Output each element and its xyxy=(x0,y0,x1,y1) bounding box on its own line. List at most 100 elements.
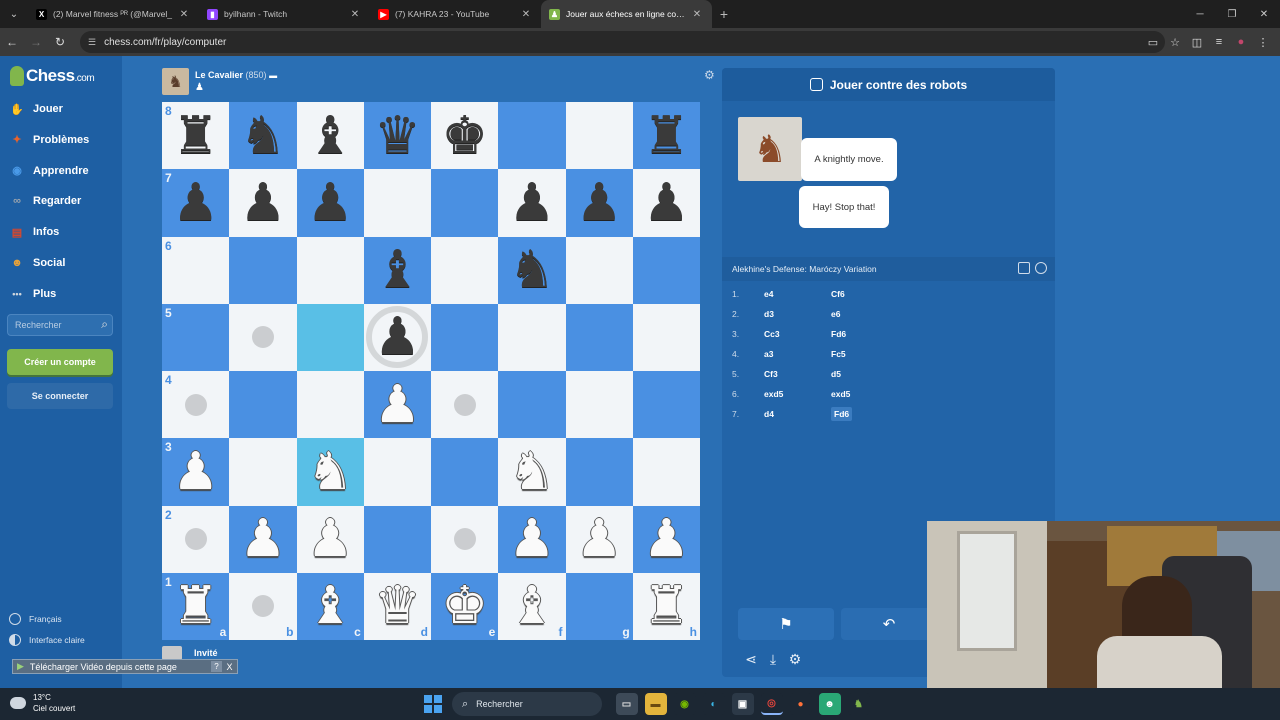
white-queen-icon[interactable]: ♛ xyxy=(374,580,421,632)
browser-tab[interactable]: ♟ Jouer aux échecs en ligne contr ✕ xyxy=(541,0,712,28)
square-b3[interactable] xyxy=(229,438,297,506)
square-g1[interactable]: g xyxy=(565,572,633,640)
white-move[interactable]: exd5 xyxy=(764,389,831,399)
login-button[interactable]: Se connecter xyxy=(7,383,113,409)
back-arrow-icon[interactable]: ← xyxy=(0,28,24,56)
white-rook-icon[interactable]: ♜ xyxy=(172,580,219,632)
new-tab-button[interactable]: + xyxy=(712,6,736,22)
book-icon[interactable] xyxy=(1018,262,1030,274)
square-a6[interactable]: 6 xyxy=(162,236,230,304)
square-d5[interactable]: ♟ xyxy=(363,303,431,371)
black-pawn-icon[interactable]: ♟ xyxy=(307,177,354,229)
site-info-icon[interactable]: ☰ xyxy=(88,37,96,48)
square-h7[interactable]: ♟ xyxy=(632,169,700,237)
sidebar-item-jouer[interactable]: ✋ Jouer xyxy=(8,98,63,120)
square-c5[interactable] xyxy=(296,303,364,371)
download-video-bar[interactable]: ▶ Télécharger Vidéo depuis cette page ? … xyxy=(12,659,238,674)
black-pawn-icon[interactable]: ♟ xyxy=(576,177,623,229)
browser-tab[interactable]: ▶ (7) KAHRA 23 - YouTube ✕ xyxy=(370,0,541,28)
square-g3[interactable] xyxy=(565,438,633,506)
square-f8[interactable] xyxy=(498,102,566,170)
sidebar-item-regarder[interactable]: ∞ Regarder xyxy=(8,190,81,212)
black-bishop-icon[interactable]: ♝ xyxy=(374,244,421,296)
square-f2[interactable]: ♟ xyxy=(498,505,566,573)
black-pawn-icon[interactable]: ♟ xyxy=(240,177,287,229)
forward-arrow-icon[interactable]: → xyxy=(24,28,48,56)
browser-menu-icon[interactable]: ⋮ xyxy=(1252,36,1274,49)
square-g5[interactable] xyxy=(565,303,633,371)
white-pawn-icon[interactable]: ♟ xyxy=(643,513,690,565)
reload-icon[interactable]: ↻ xyxy=(48,28,72,56)
square-d6[interactable]: ♝ xyxy=(363,236,431,304)
square-c8[interactable]: ♝ xyxy=(296,102,364,170)
task-view-icon[interactable]: ▭ xyxy=(615,693,638,715)
settings-gear-icon[interactable]: ⚙ xyxy=(784,651,806,668)
square-c2[interactable]: ♟ xyxy=(296,505,364,573)
share-icon[interactable]: ⋖ xyxy=(740,651,762,668)
bot-avatar[interactable]: ♞ xyxy=(162,68,189,95)
white-pawn-icon[interactable]: ♟ xyxy=(374,379,421,431)
create-account-button[interactable]: Créer un compte xyxy=(7,349,113,375)
profile-avatar-icon[interactable]: ● xyxy=(1230,36,1252,48)
square-g2[interactable]: ♟ xyxy=(565,505,633,573)
black-move[interactable]: Fd6 xyxy=(831,407,891,421)
black-pawn-icon[interactable]: ♟ xyxy=(509,177,556,229)
browser-tab[interactable]: ▮ byilhann - Twitch ✕ xyxy=(199,0,370,28)
store-icon[interactable]: ▣ xyxy=(731,693,754,715)
square-b5[interactable] xyxy=(229,303,297,371)
black-move[interactable]: Fc5 xyxy=(831,349,891,359)
square-h8[interactable]: ♜ xyxy=(632,102,700,170)
minimize-icon[interactable]: ─ xyxy=(1184,0,1216,28)
square-d3[interactable] xyxy=(363,438,431,506)
white-pawn-icon[interactable]: ♟ xyxy=(240,513,287,565)
square-e6[interactable] xyxy=(431,236,499,304)
square-d4[interactable]: ♟ xyxy=(363,371,431,439)
white-move[interactable]: Cc3 xyxy=(764,329,831,339)
square-f3[interactable]: ♞ xyxy=(498,438,566,506)
white-pawn-icon[interactable]: ♟ xyxy=(509,513,556,565)
bookmark-star-icon[interactable]: ☆ xyxy=(1164,36,1186,49)
download-icon[interactable]: ⤓ xyxy=(762,651,784,668)
square-d1[interactable]: ♛ d xyxy=(363,572,431,640)
restore-icon[interactable]: ❐ xyxy=(1216,0,1248,28)
square-g7[interactable]: ♟ xyxy=(565,169,633,237)
legal-move-dot[interactable] xyxy=(251,595,274,618)
white-bishop-icon[interactable]: ♝ xyxy=(509,580,556,632)
chess-app-icon[interactable]: ♞ xyxy=(847,693,870,715)
black-pawn-icon[interactable]: ♟ xyxy=(643,177,690,229)
black-pawn-icon[interactable]: ♟ xyxy=(172,177,219,229)
app-icon[interactable]: ☻ xyxy=(818,693,841,715)
black-knight-icon[interactable]: ♞ xyxy=(240,110,287,162)
white-move[interactable]: d4 xyxy=(764,409,831,419)
tab-close-icon[interactable]: ✕ xyxy=(519,9,533,20)
square-g8[interactable] xyxy=(565,102,633,170)
square-c4[interactable] xyxy=(296,371,364,439)
chrome-icon[interactable]: ◎ xyxy=(760,693,783,715)
square-a7[interactable]: ♟ 7 xyxy=(162,169,230,237)
white-pawn-icon[interactable]: ♟ xyxy=(172,446,219,498)
square-a5[interactable]: 5 xyxy=(162,303,230,371)
chess-logo[interactable]: Chess.com xyxy=(10,66,95,86)
legal-move-dot[interactable] xyxy=(184,393,207,416)
taskbar-search[interactable]: ⌕ Rechercher xyxy=(452,692,602,716)
square-e8[interactable]: ♚ xyxy=(431,102,499,170)
square-h4[interactable] xyxy=(632,371,700,439)
close-icon[interactable]: X xyxy=(224,662,235,672)
square-e1[interactable]: ♚ e xyxy=(431,572,499,640)
extensions-icon[interactable]: ◫ xyxy=(1186,36,1208,49)
square-h2[interactable]: ♟ xyxy=(632,505,700,573)
white-move[interactable]: e4 xyxy=(764,289,831,299)
sidebar-item-plus[interactable]: ••• Plus xyxy=(8,283,56,305)
close-window-icon[interactable]: ✕ xyxy=(1248,0,1280,28)
white-king-icon[interactable]: ♚ xyxy=(441,580,488,632)
square-d7[interactable] xyxy=(363,169,431,237)
square-e3[interactable] xyxy=(431,438,499,506)
sidebar-item-infos[interactable]: ▤ Infos xyxy=(8,221,59,243)
sidebar-item-social[interactable]: ☻ Social xyxy=(8,252,65,274)
black-move[interactable]: d5 xyxy=(831,369,891,379)
square-c1[interactable]: ♝ c xyxy=(296,572,364,640)
square-e4[interactable] xyxy=(431,371,499,439)
square-h5[interactable] xyxy=(632,303,700,371)
black-move[interactable]: e6 xyxy=(831,309,891,319)
white-knight-icon[interactable]: ♞ xyxy=(307,446,354,498)
